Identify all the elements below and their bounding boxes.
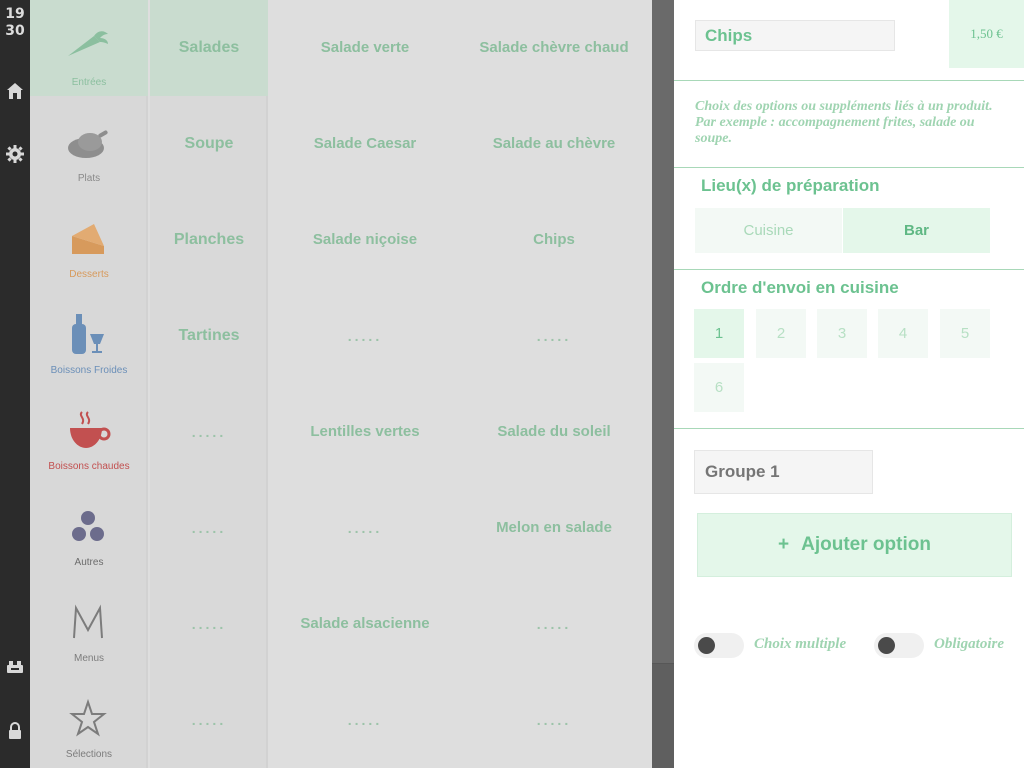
product-editor-panel: 1,50 € Choix des options ou suppléments … <box>674 0 1024 768</box>
product-cell[interactable]: Salade au chèvre <box>460 96 648 192</box>
category-boissons-chaudes[interactable]: Boissons chaudes <box>30 384 148 480</box>
subcategory-empty[interactable]: ..... <box>150 672 268 768</box>
product-cell-empty[interactable]: ..... <box>270 672 460 768</box>
clock: 19 30 <box>0 6 30 40</box>
prep-option-cuisine[interactable]: Cuisine <box>695 208 842 253</box>
menu-grid: Entrées Plats Desserts Boissons Froides … <box>30 0 652 768</box>
category-boissons-froides[interactable]: Boissons Froides <box>30 288 148 384</box>
clock-hours: 19 <box>5 6 25 22</box>
category-autres[interactable]: Autres <box>30 480 148 576</box>
home-icon[interactable] <box>5 81 25 101</box>
order-option-4[interactable]: 4 <box>878 309 928 358</box>
category-label: Desserts <box>69 269 109 280</box>
hot-cup-icon <box>64 410 112 450</box>
group-name-input[interactable] <box>694 450 873 494</box>
product-cell[interactable]: Lentilles vertes <box>270 384 460 480</box>
divider <box>674 269 1024 270</box>
category-label: Plats <box>77 173 101 184</box>
category-plats[interactable]: Plats <box>30 96 148 192</box>
prep-location-title: Lieu(x) de préparation <box>701 176 880 195</box>
category-label: Entrées <box>71 77 107 88</box>
kitchen-order-title: Ordre d'envoi en cuisine <box>701 278 899 297</box>
product-cell-empty[interactable]: ..... <box>270 480 460 576</box>
divider <box>674 167 1024 168</box>
required-toggle[interactable] <box>874 633 924 658</box>
left-rail: 19 30 <box>0 0 30 768</box>
three-dots-icon <box>64 506 112 546</box>
add-option-label: Ajouter option <box>801 534 931 555</box>
category-desserts[interactable]: Desserts <box>30 192 148 288</box>
category-label: Boissons chaudes <box>48 461 130 472</box>
cake-slice-icon <box>64 218 112 258</box>
subcategory-soupe[interactable]: Soupe <box>150 96 268 192</box>
category-entrees[interactable]: Entrées <box>30 0 148 96</box>
category-label: Menus <box>73 653 104 664</box>
plus-icon: + <box>778 534 790 555</box>
product-cell[interactable]: Salade chèvre chaud <box>460 0 648 96</box>
order-option-5[interactable]: 5 <box>940 309 990 358</box>
product-cell-empty[interactable]: ..... <box>460 672 648 768</box>
toggle-knob <box>878 637 895 654</box>
prep-option-bar[interactable]: Bar <box>843 208 990 253</box>
carrot-icon <box>64 26 112 66</box>
category-selections[interactable]: Sélections <box>30 672 148 768</box>
product-cell[interactable]: Salade alsacienne <box>270 576 460 672</box>
subcategory-column: Salades Soupe Planches Tartines ..... ..… <box>150 0 268 768</box>
star-icon <box>64 698 112 738</box>
order-option-2[interactable]: 2 <box>756 309 806 358</box>
letter-m-icon <box>64 602 112 642</box>
product-name-input[interactable] <box>695 20 895 51</box>
divider <box>674 80 1024 81</box>
subcategory-salades[interactable]: Salades <box>150 0 268 96</box>
category-menus[interactable]: Menus <box>30 576 148 672</box>
cash-register-icon[interactable] <box>5 657 25 677</box>
subcategory-empty[interactable]: ..... <box>150 384 268 480</box>
required-label: Obligatoire <box>934 636 1004 652</box>
overlay-strip-lower <box>652 663 674 768</box>
overlay-strip <box>652 0 674 768</box>
product-cell[interactable]: Salade Caesar <box>270 96 460 192</box>
subcategory-empty[interactable]: ..... <box>150 480 268 576</box>
product-cell-empty[interactable]: ..... <box>270 288 460 384</box>
category-label: Sélections <box>65 749 113 760</box>
product-cell[interactable]: Salade verte <box>270 0 460 96</box>
multiple-choice-label: Choix multiple <box>754 636 847 652</box>
category-label: Boissons Froides <box>50 365 128 376</box>
toggle-knob <box>698 637 715 654</box>
order-option-1[interactable]: 1 <box>694 309 744 358</box>
product-cell[interactable]: Salade niçoise <box>270 192 460 288</box>
subcategory-planches[interactable]: Planches <box>150 192 268 288</box>
lock-icon[interactable] <box>5 721 25 741</box>
add-option-button[interactable]: + Ajouter option <box>697 513 1012 577</box>
subcategory-tartines[interactable]: Tartines <box>150 288 268 384</box>
subcategory-empty[interactable]: ..... <box>150 576 268 672</box>
product-cell-empty[interactable]: ..... <box>460 576 648 672</box>
product-cell[interactable]: Chips <box>460 192 648 288</box>
product-cell-empty[interactable]: ..... <box>460 288 648 384</box>
order-option-3[interactable]: 3 <box>817 309 867 358</box>
product-cell[interactable]: Melon en salade <box>460 480 648 576</box>
options-description: Choix des options ou suppléments liés à … <box>695 99 993 146</box>
gear-icon[interactable] <box>5 144 25 164</box>
product-price[interactable]: 1,50 € <box>949 0 1024 68</box>
multiple-choice-toggle[interactable] <box>694 633 744 658</box>
bottle-glass-icon <box>64 314 112 354</box>
divider <box>674 428 1024 429</box>
clock-minutes: 30 <box>5 23 25 39</box>
order-option-6[interactable]: 6 <box>694 363 744 412</box>
product-cell[interactable]: Salade du soleil <box>460 384 648 480</box>
category-label: Autres <box>74 557 104 568</box>
category-column: Entrées Plats Desserts Boissons Froides … <box>30 0 148 768</box>
roast-chicken-icon <box>64 122 112 162</box>
